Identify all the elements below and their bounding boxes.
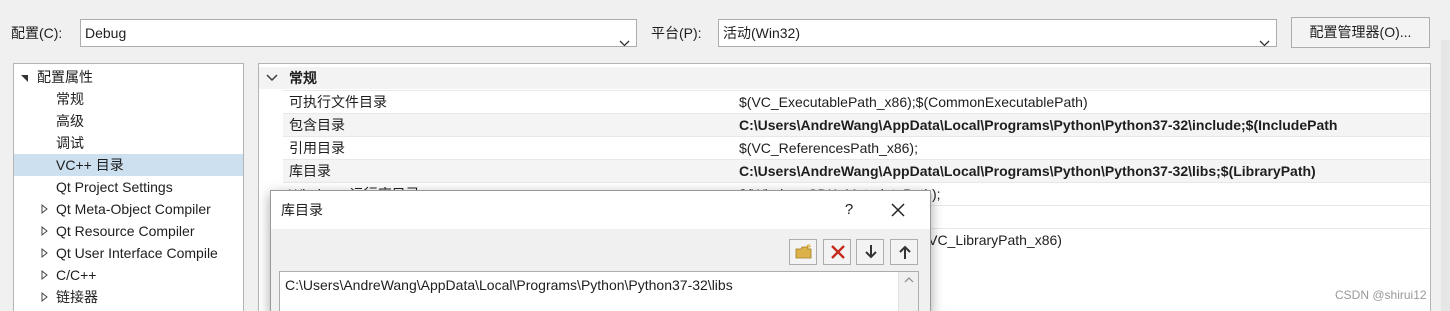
list-item[interactable]: C:\Users\AndreWang\AppData\Local\Program… bbox=[285, 275, 733, 295]
property-row[interactable]: 包含目录 C:\Users\AndreWang\AppData\Local\Pr… bbox=[283, 113, 1430, 136]
chevron-down-icon bbox=[619, 29, 630, 55]
config-select-value: Debug bbox=[85, 25, 127, 41]
expand-triangle-icon[interactable] bbox=[40, 220, 52, 242]
chevron-up-icon[interactable] bbox=[899, 272, 919, 288]
property-name: 引用目录 bbox=[289, 140, 345, 156]
property-value: $(VC_ReferencesPath_x86); bbox=[739, 140, 918, 156]
property-value: C:\Users\AndreWang\AppData\Local\Program… bbox=[739, 117, 1338, 133]
tree-item-label: 高级 bbox=[56, 113, 84, 129]
tree-item-c-cpp[interactable]: C/C++ bbox=[14, 264, 243, 286]
move-up-button[interactable] bbox=[890, 239, 918, 265]
property-tree: 配置属性 常规 高级 调试 VC++ 目录 Qt Project Setting… bbox=[13, 63, 244, 311]
tree-item-general[interactable]: 常规 bbox=[14, 88, 243, 110]
expand-triangle-icon[interactable] bbox=[40, 198, 52, 220]
tree-item-label: Qt Project Settings bbox=[56, 179, 173, 195]
tree-item-label: 调试 bbox=[56, 135, 84, 151]
property-value: $(VC_ExecutablePath_x86);$(CommonExecuta… bbox=[739, 94, 1088, 110]
dialog-title: 库目录 bbox=[281, 202, 323, 218]
tree-item-qt-project-settings[interactable]: Qt Project Settings bbox=[14, 176, 243, 198]
tree-root-config-properties[interactable]: 配置属性 bbox=[14, 66, 243, 88]
property-row[interactable]: 引用目录 $(VC_ReferencesPath_x86); bbox=[283, 136, 1430, 159]
property-row[interactable]: 可执行文件目录 $(VC_ExecutablePath_x86);$(Commo… bbox=[283, 90, 1430, 113]
expand-triangle-icon[interactable] bbox=[40, 242, 52, 264]
help-button[interactable]: ? bbox=[837, 191, 861, 229]
tree-item-label: VC++ 目录 bbox=[56, 157, 124, 173]
close-icon[interactable] bbox=[889, 201, 907, 219]
tree-item-vc-directories[interactable]: VC++ 目录 bbox=[14, 154, 243, 176]
chevron-down-icon bbox=[1259, 29, 1270, 55]
grid-section-label: 常规 bbox=[289, 70, 317, 86]
platform-label: 平台(P): bbox=[651, 25, 702, 41]
property-name: 库目录 bbox=[289, 163, 331, 179]
tree-item-label: Qt User Interface Compile bbox=[56, 245, 218, 261]
config-label: 配置(C): bbox=[11, 25, 63, 41]
property-name: 可执行文件目录 bbox=[289, 94, 387, 110]
configuration-manager-button[interactable]: 配置管理器(O)... bbox=[1291, 17, 1430, 48]
tree-item-label: Qt Meta-Object Compiler bbox=[56, 201, 211, 217]
tree-item-advanced[interactable]: 高级 bbox=[14, 110, 243, 132]
dialog-title-bar: 库目录 bbox=[271, 191, 930, 229]
tree-item-qt-moc[interactable]: Qt Meta-Object Compiler bbox=[14, 198, 243, 220]
platform-select-value: 活动(Win32) bbox=[723, 25, 801, 41]
tree-item-label: Qt Resource Compiler bbox=[56, 223, 195, 239]
collapse-triangle-icon[interactable] bbox=[20, 66, 32, 88]
expand-triangle-icon[interactable] bbox=[40, 286, 52, 308]
tree-item-label: 链接器 bbox=[56, 289, 98, 305]
vertical-scrollbar[interactable] bbox=[898, 272, 918, 311]
tree-root-label: 配置属性 bbox=[37, 69, 93, 85]
platform-select[interactable]: 活动(Win32) bbox=[718, 19, 1277, 47]
tree-item-label: 常规 bbox=[56, 91, 84, 107]
section-chevron-icon[interactable] bbox=[266, 67, 278, 95]
property-value: C:\Users\AndreWang\AppData\Local\Program… bbox=[739, 163, 1316, 179]
tree-item-debugging[interactable]: 调试 bbox=[14, 132, 243, 154]
window-edge bbox=[1441, 40, 1450, 311]
grid-section-header[interactable]: 常规 bbox=[259, 67, 1430, 89]
expand-triangle-icon[interactable] bbox=[40, 264, 52, 286]
property-name: 包含目录 bbox=[289, 117, 345, 133]
tree-item-qt-rcc[interactable]: Qt Resource Compiler bbox=[14, 220, 243, 242]
watermark: CSDN @shirui12 bbox=[1335, 288, 1427, 302]
tree-item-linker[interactable]: 链接器 bbox=[14, 286, 243, 308]
tree-item-qt-uic[interactable]: Qt User Interface Compile bbox=[14, 242, 243, 264]
library-directories-dialog: 库目录 ? C:\Users\AndreWang\AppData\Local\P… bbox=[270, 190, 931, 311]
directory-list[interactable]: C:\Users\AndreWang\AppData\Local\Program… bbox=[279, 271, 919, 311]
property-row[interactable]: 库目录 C:\Users\AndreWang\AppData\Local\Pro… bbox=[283, 159, 1430, 182]
tree-item-label: C/C++ bbox=[56, 267, 97, 283]
move-down-button[interactable] bbox=[856, 239, 884, 265]
delete-line-button[interactable] bbox=[823, 239, 851, 265]
new-line-button[interactable] bbox=[789, 239, 817, 265]
config-select[interactable]: Debug bbox=[80, 19, 637, 47]
